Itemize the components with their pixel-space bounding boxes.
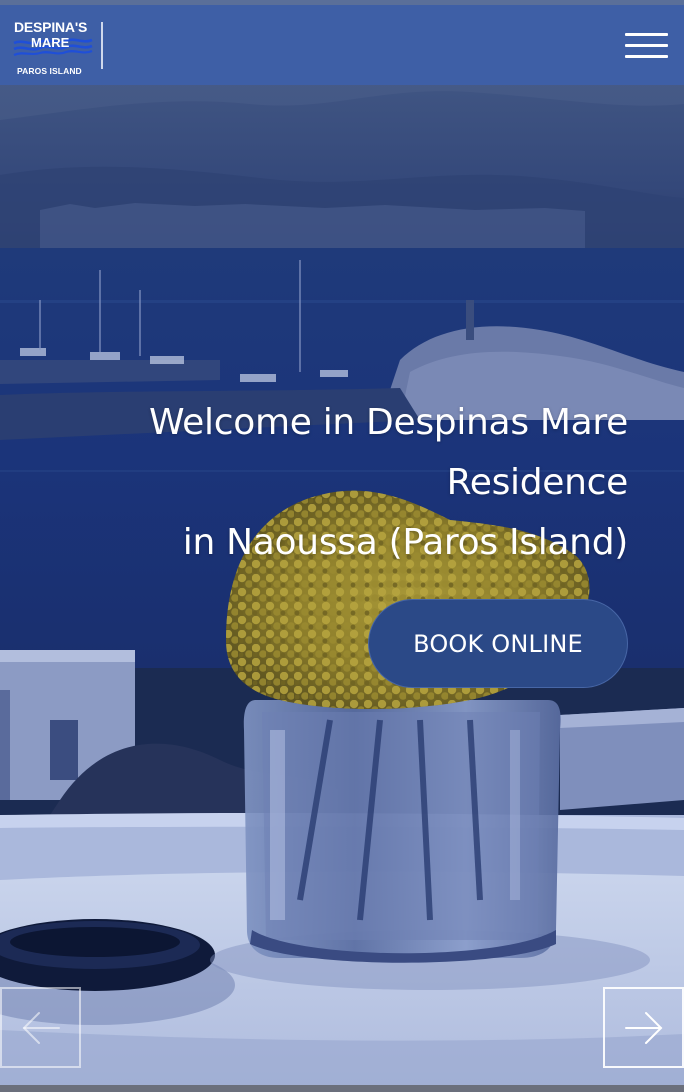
logo-wordmark-line2: MARE xyxy=(31,35,70,50)
welcome-line-1: Welcome in Despinas Mare xyxy=(148,402,628,443)
logo-wordmark-line1: DESPINA'S xyxy=(14,19,88,35)
slider-prev-button[interactable] xyxy=(0,987,81,1068)
site-header: DESPINA'S MARE PAROS ISLAND xyxy=(0,5,684,85)
top-edge-strip xyxy=(0,0,684,5)
welcome-line-3: in Naoussa (Paros Island) xyxy=(182,522,629,563)
bottom-edge-strip xyxy=(0,1085,684,1092)
book-online-button[interactable]: BOOK ONLINE xyxy=(368,599,628,688)
menu-bar xyxy=(625,33,668,36)
menu-bar xyxy=(625,55,668,58)
arrow-right-icon xyxy=(625,1012,663,1044)
logo-subtitle: PAROS ISLAND xyxy=(17,66,82,76)
slider-next-button[interactable] xyxy=(603,987,684,1068)
page: DESPINA'S MARE PAROS ISLAND Welcome in D… xyxy=(0,0,684,1092)
header-divider xyxy=(101,22,103,69)
welcome-line-2: Residence xyxy=(446,462,629,503)
arrow-left-icon xyxy=(22,1012,60,1044)
menu-bar xyxy=(625,44,668,47)
hamburger-icon[interactable] xyxy=(625,33,668,61)
hero-welcome-heading: Welcome in Despinas Mare Residence in Na… xyxy=(68,393,628,573)
brand-logo[interactable]: DESPINA'S MARE PAROS ISLAND xyxy=(13,18,93,80)
